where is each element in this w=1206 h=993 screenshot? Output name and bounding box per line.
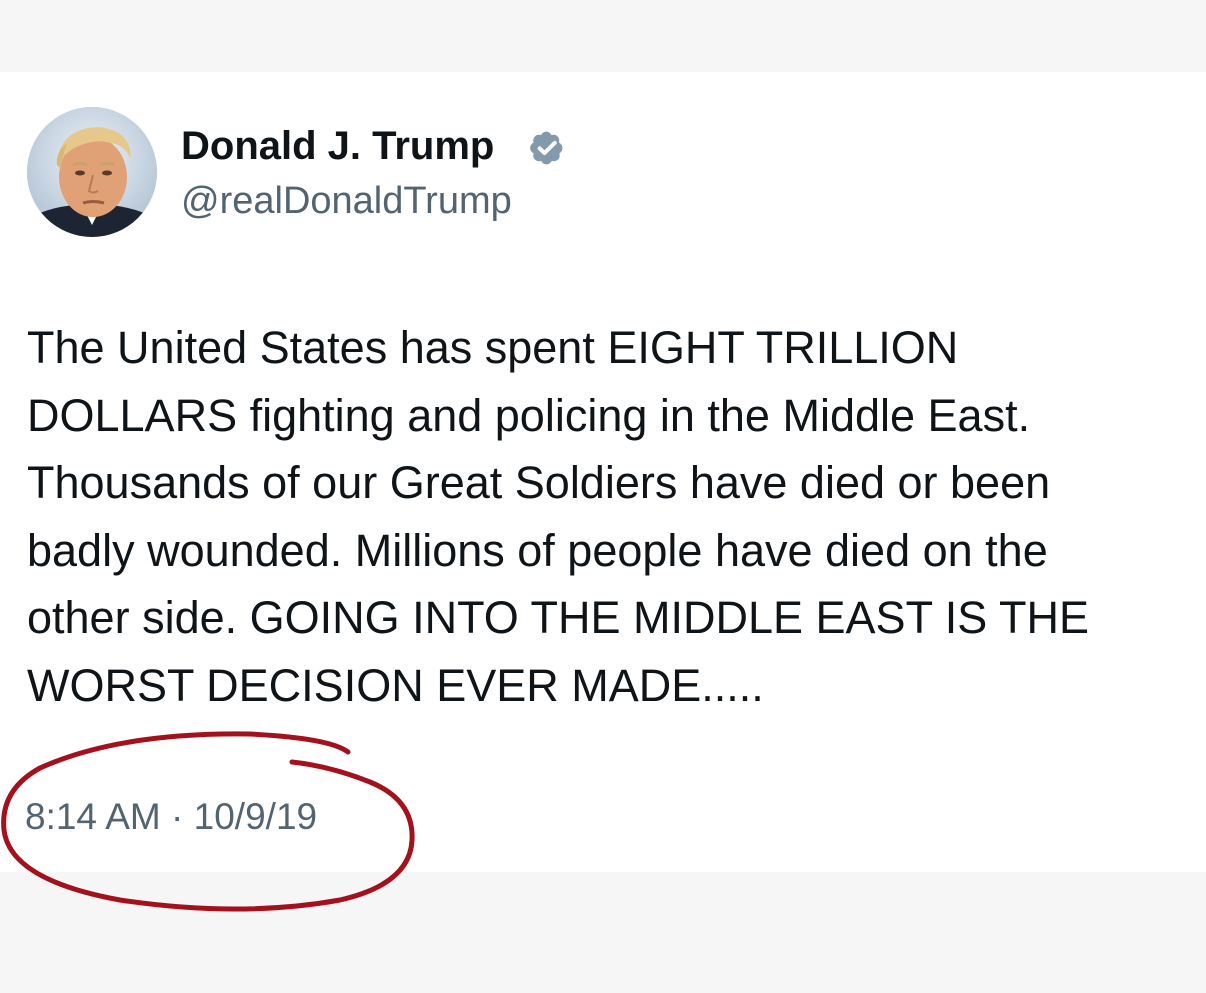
tweet-text: The United States has spent EIGHT TRILLI… [27, 314, 1197, 719]
avatar[interactable] [27, 107, 157, 237]
tweet-text-line: Thousands of our Great Soldiers have die… [27, 457, 1051, 508]
timestamp-time: 8:14 AM [25, 796, 161, 837]
timestamp-date: 10/9/19 [193, 796, 318, 837]
avatar-portrait-image [27, 107, 157, 237]
tweet-text-line: DOLLARS fighting and policing in the Mid… [27, 389, 1031, 441]
author-display-name[interactable]: Donald J. Trump [181, 122, 494, 170]
author-handle[interactable]: @realDonaldTrump [181, 178, 512, 224]
verified-badge-icon [530, 131, 563, 165]
screenshot-page: Donald J. Trump @realDonaldTrump The Uni… [0, 0, 1206, 993]
tweet-timestamp[interactable]: 8:14 AM · 10/9/19 [25, 795, 317, 839]
tweet-text-line: other side. GOING INTO THE MIDDLE EAST I… [27, 592, 1089, 643]
tweet-card[interactable]: Donald J. Trump @realDonaldTrump The Uni… [0, 72, 1206, 872]
tweet-text-line: The United States has spent EIGHT TRILLI… [27, 322, 959, 373]
tweet-text-line: WORST DECISION EVER MADE..... [27, 659, 764, 711]
timestamp-separator: · [171, 796, 184, 837]
tweet-text-line: badly wounded. Millions of people have d… [27, 524, 1048, 576]
